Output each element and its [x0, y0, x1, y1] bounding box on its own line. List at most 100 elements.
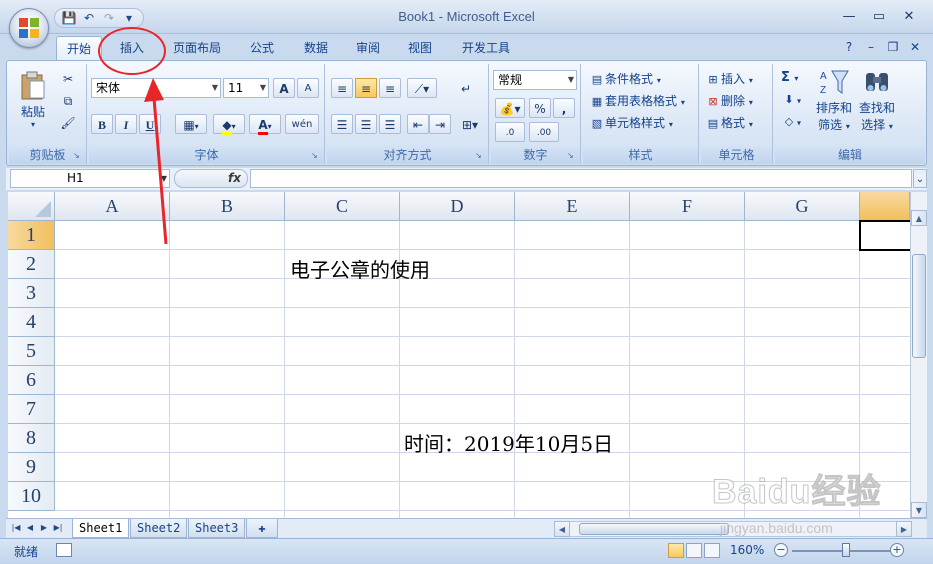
copy-icon[interactable]: ⧉	[57, 90, 79, 110]
row-header-10[interactable]: 10	[8, 482, 55, 511]
percent-button[interactable]: %	[529, 98, 551, 118]
column-header-d[interactable]: D	[400, 192, 515, 221]
zoom-level[interactable]: 160%	[730, 543, 764, 557]
fill-button[interactable]: ⬇ ▾	[781, 92, 801, 108]
row-header-3[interactable]: 3	[8, 279, 55, 308]
decrease-decimal-button[interactable]: .00	[529, 122, 559, 142]
merge-center-icon[interactable]: ⊞▾	[455, 114, 485, 134]
find-select-button[interactable]: 查找和 选择 ▾	[857, 68, 897, 133]
row-header-2[interactable]: 2	[8, 250, 55, 279]
tab-review[interactable]: 审阅	[346, 36, 390, 60]
doc-restore-button[interactable]: ❐	[884, 38, 902, 56]
row-header-5[interactable]: 5	[8, 337, 55, 366]
delete-cells-button[interactable]: ⊠ 删除 ▾	[705, 92, 752, 110]
italic-button[interactable]: I	[115, 114, 137, 134]
first-sheet-icon[interactable]: |◀	[10, 521, 22, 535]
vertical-scrollbar[interactable]: ▲ ▼	[910, 192, 927, 518]
number-format-combo[interactable]: 常规 ▼	[493, 70, 577, 90]
insert-cells-button[interactable]: ⊞ 插入 ▾	[705, 70, 752, 88]
vertical-scroll-thumb[interactable]	[912, 254, 926, 358]
cell-d8[interactable]: 时间：2019年10月5日	[404, 428, 613, 457]
next-sheet-icon[interactable]: ▶	[38, 521, 50, 535]
scroll-left-icon[interactable]: ◀	[554, 521, 570, 537]
increase-indent-icon[interactable]: ⇥	[429, 114, 451, 134]
sheet-tab-sheet2[interactable]: Sheet2	[130, 519, 188, 538]
align-left-icon[interactable]: ☰	[331, 114, 353, 134]
format-painter-icon[interactable]: 🖌	[57, 112, 79, 132]
tab-page-layout[interactable]: 页面布局	[166, 36, 228, 60]
insert-sheet-icon[interactable]: ✚	[246, 519, 278, 538]
shrink-font-button[interactable]: A	[297, 78, 319, 98]
column-header-b[interactable]: B	[170, 192, 285, 221]
clear-button[interactable]: ◇ ▾	[781, 114, 801, 130]
currency-icon[interactable]: 💰▾	[495, 98, 525, 118]
phonetic-button[interactable]: wén	[285, 114, 319, 134]
paste-button[interactable]: 粘贴 ▾	[17, 70, 49, 134]
doc-close-button[interactable]: ✕	[906, 38, 924, 56]
row-header-4[interactable]: 4	[8, 308, 55, 337]
font-color-button[interactable]: A▾	[249, 114, 281, 135]
page-layout-view-icon[interactable]	[686, 543, 702, 558]
cell-styles-button[interactable]: ▧ 单元格样式 ▾	[589, 114, 673, 132]
scroll-up-icon[interactable]: ▲	[911, 210, 927, 226]
expand-formula-bar-icon[interactable]: ⌄	[913, 169, 927, 188]
insert-function-button[interactable]: fx	[228, 171, 241, 185]
sheet-tab-sheet3[interactable]: Sheet3	[188, 519, 246, 538]
horizontal-scrollbar[interactable]: ◀ ▶	[554, 521, 912, 537]
maximize-button[interactable]: ▭	[866, 6, 892, 28]
formula-input[interactable]	[250, 169, 912, 188]
row-header-9[interactable]: 9	[8, 453, 55, 482]
tab-data[interactable]: 数据	[294, 36, 338, 60]
align-top-icon[interactable]: ≡	[331, 78, 353, 98]
bold-button[interactable]: B	[91, 114, 113, 134]
fill-color-button[interactable]: ◆▾	[213, 114, 245, 135]
page-break-view-icon[interactable]	[704, 543, 720, 558]
decrease-indent-icon[interactable]: ⇤	[407, 114, 429, 134]
close-button[interactable]: ✕	[896, 6, 922, 28]
prev-sheet-icon[interactable]: ◀	[24, 521, 36, 535]
align-right-icon[interactable]: ☰	[379, 114, 401, 134]
row-header-1[interactable]: 1	[8, 221, 55, 250]
scroll-right-icon[interactable]: ▶	[896, 521, 912, 537]
alignment-launcher-icon[interactable]: ↘	[475, 151, 485, 161]
tab-home[interactable]: 开始	[56, 36, 102, 60]
wrap-text-icon[interactable]: ↵	[455, 78, 477, 98]
row-header-8[interactable]: 8	[8, 424, 55, 453]
scroll-down-icon[interactable]: ▼	[911, 502, 927, 518]
column-header-h[interactable]	[860, 192, 910, 221]
tab-formulas[interactable]: 公式	[240, 36, 284, 60]
normal-view-icon[interactable]	[668, 543, 684, 558]
zoom-slider-thumb[interactable]	[842, 543, 850, 557]
sort-filter-button[interactable]: A Z 排序和 筛选 ▾	[815, 68, 853, 133]
number-launcher-icon[interactable]: ↘	[567, 151, 577, 161]
sheet-tab-sheet1[interactable]: Sheet1	[72, 519, 130, 538]
format-cells-button[interactable]: ▤ 格式 ▾	[705, 114, 753, 132]
macro-record-icon[interactable]	[56, 543, 72, 557]
row-header-6[interactable]: 6	[8, 366, 55, 395]
cut-icon[interactable]: ✂	[57, 68, 79, 88]
horizontal-scroll-thumb[interactable]	[579, 523, 729, 535]
tab-developer[interactable]: 开发工具	[452, 36, 520, 60]
column-header-g[interactable]: G	[745, 192, 860, 221]
zoom-out-icon[interactable]: −	[774, 543, 788, 557]
align-middle-icon[interactable]: ≡	[355, 78, 377, 98]
align-center-icon[interactable]: ☰	[355, 114, 377, 134]
align-bottom-icon[interactable]: ≡	[379, 78, 401, 98]
grow-font-button[interactable]: A	[273, 78, 295, 98]
column-header-c[interactable]: C	[285, 192, 400, 221]
zoom-in-icon[interactable]: +	[890, 543, 904, 557]
increase-decimal-button[interactable]: .0	[495, 122, 525, 142]
doc-minimize-button[interactable]: –	[862, 38, 880, 56]
minimize-button[interactable]: —	[836, 6, 862, 28]
column-header-f[interactable]: F	[630, 192, 745, 221]
orientation-icon[interactable]: ⟋▾	[407, 78, 437, 98]
comma-button[interactable]: ,	[553, 98, 575, 118]
clipboard-launcher-icon[interactable]: ↘	[73, 151, 83, 161]
tab-view[interactable]: 视图	[398, 36, 442, 60]
help-icon[interactable]: ?	[840, 38, 858, 56]
font-launcher-icon[interactable]: ↘	[311, 151, 321, 161]
last-sheet-icon[interactable]: ▶|	[52, 521, 64, 535]
conditional-format-button[interactable]: ▤ 条件格式 ▾	[589, 70, 661, 88]
active-cell-h1[interactable]	[859, 220, 910, 251]
autosum-button[interactable]: Σ ▾	[781, 70, 798, 85]
